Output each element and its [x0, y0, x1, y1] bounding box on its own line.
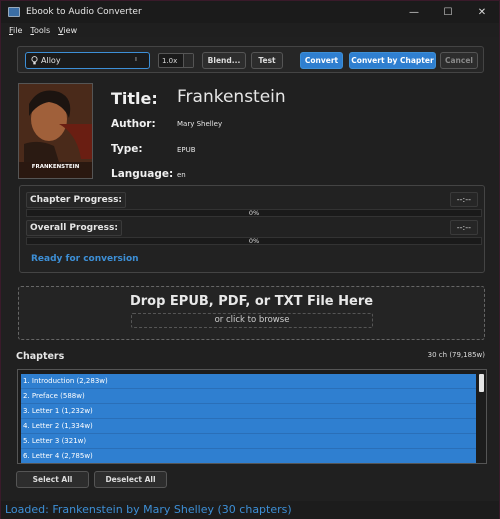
chapter-item[interactable]: 3. Letter 1 (1,232w)	[21, 404, 476, 419]
chapter-list[interactable]: 1. Introduction (2,283w) 2. Preface (588…	[17, 369, 487, 464]
conversion-status: Ready for conversion	[31, 254, 139, 264]
chapter-list-scrollbar[interactable]	[479, 374, 484, 392]
speed-value: 1.0x	[162, 56, 178, 65]
drop-zone-title: Drop EPUB, PDF, or TXT File Here	[129, 294, 374, 309]
overall-progress-percent: 0%	[248, 237, 260, 245]
author-label: Author:	[111, 118, 156, 130]
select-all-button[interactable]: Select All	[16, 471, 89, 488]
overall-progress-bar: 0%	[26, 237, 482, 245]
menu-file[interactable]: File	[9, 26, 22, 35]
speed-spin-arrows[interactable]	[183, 54, 193, 67]
chapter-progress-percent: 0%	[248, 209, 260, 217]
close-button[interactable]: ✕	[465, 1, 499, 23]
status-bar: Loaded: Frankenstein by Mary Shelley (30…	[1, 501, 499, 519]
file-drop-zone[interactable]: Drop EPUB, PDF, or TXT File Here or clic…	[18, 286, 485, 340]
chapter-time-remaining: --:--	[449, 192, 478, 207]
overall-time-remaining: --:--	[449, 220, 478, 235]
app-icon	[8, 7, 20, 17]
lightbulb-icon	[31, 56, 38, 65]
book-cover: FRANKENSTEIN	[18, 83, 93, 179]
chapter-item[interactable]: 2. Preface (588w)	[21, 389, 476, 404]
window-title: Ebook to Audio Converter	[26, 7, 142, 17]
voice-value: Alloy	[41, 56, 61, 65]
menu-view-rest: iew	[63, 25, 78, 35]
book-title: Frankenstein	[177, 87, 286, 107]
chapter-item[interactable]: 1. Introduction (2,283w)	[21, 374, 476, 389]
type-label: Type:	[111, 143, 143, 155]
blend-button[interactable]: Blend...	[202, 52, 246, 69]
chapters-count: 30 ch (79,185w)	[427, 351, 485, 359]
book-type: EPUB	[177, 146, 196, 154]
chapter-item[interactable]: 5. Letter 3 (321w)	[21, 434, 476, 449]
text-cursor-icon: ı	[135, 55, 137, 63]
maximize-button[interactable]: ☐	[431, 1, 465, 23]
cover-title: FRANKENSTEIN	[31, 164, 80, 170]
browse-link[interactable]: or click to browse	[131, 313, 373, 328]
chapters-heading: Chapters	[16, 351, 65, 362]
convert-by-chapter-button[interactable]: Convert by Chapter	[349, 52, 436, 69]
voice-select[interactable]: Alloy ı	[25, 52, 150, 69]
chapter-progress-label: Chapter Progress:	[26, 192, 127, 208]
cancel-button[interactable]: Cancel	[440, 52, 478, 69]
menu-tools-rest: ools	[33, 25, 51, 35]
menu-view[interactable]: View	[58, 26, 77, 35]
deselect-all-button[interactable]: Deselect All	[94, 471, 167, 488]
language-label: Language:	[111, 168, 174, 180]
overall-progress-label: Overall Progress:	[26, 220, 122, 236]
convert-button[interactable]: Convert	[300, 52, 343, 69]
chapter-progress-bar: 0%	[26, 209, 482, 217]
speed-spinbox[interactable]: 1.0x	[158, 53, 194, 68]
book-language: en	[177, 171, 186, 179]
progress-group: Chapter Progress: --:-- 0% Overall Progr…	[19, 185, 485, 273]
menu-file-rest: ile	[13, 25, 23, 35]
book-author: Mary Shelley	[177, 120, 223, 128]
title-label: Title:	[111, 89, 158, 108]
title-bar[interactable]: Ebook to Audio Converter — ☐ ✕	[1, 1, 499, 23]
menu-bar: File Tools View	[1, 23, 499, 37]
app-window: Ebook to Audio Converter — ☐ ✕ File Tool…	[0, 0, 500, 519]
test-button[interactable]: Test	[251, 52, 283, 69]
menu-tools[interactable]: Tools	[30, 26, 50, 35]
window-controls: — ☐ ✕	[397, 1, 499, 23]
chapter-item[interactable]: 6. Letter 4 (2,785w)	[21, 449, 476, 463]
minimize-button[interactable]: —	[397, 1, 431, 23]
toolbar: Alloy ı 1.0x Blend... Test Convert Conve…	[17, 46, 484, 73]
chapter-item[interactable]: 4. Letter 2 (1,334w)	[21, 419, 476, 434]
